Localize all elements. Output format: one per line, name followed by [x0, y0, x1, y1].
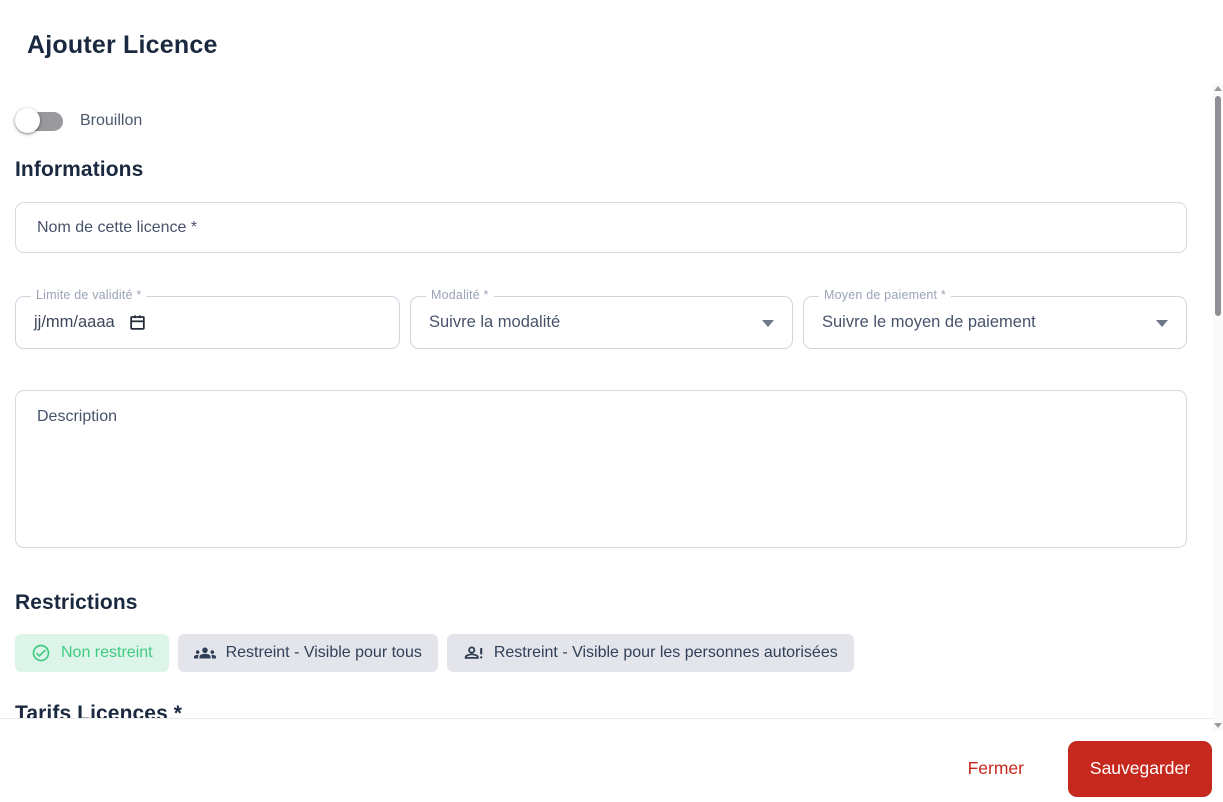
- payment-value: Suivre le moyen de paiement: [822, 313, 1036, 331]
- draft-toggle[interactable]: [15, 108, 65, 134]
- restriction-chips: Non restreint Restreint - Visible pour t…: [15, 634, 854, 672]
- toggle-knob-icon: [15, 108, 40, 133]
- description-placeholder: Description: [37, 408, 118, 425]
- modality-select[interactable]: Modalité * Suivre la modalité: [410, 288, 793, 349]
- modality-label: Modalité *: [426, 288, 494, 302]
- chip-label: Restreint - Visible pour les personnes a…: [493, 644, 838, 661]
- validity-date-placeholder: jj/mm/aaaa: [34, 313, 115, 331]
- calendar-icon[interactable]: [128, 313, 147, 332]
- scrollbar-thumb[interactable]: [1215, 96, 1221, 316]
- informations-heading: Informations: [15, 158, 144, 181]
- dialog-content: Ajouter Licence Brouillon Informations N…: [0, 0, 1223, 718]
- scrollbar[interactable]: [1213, 83, 1223, 731]
- chip-non-restreint[interactable]: Non restreint: [15, 634, 169, 672]
- chevron-down-icon: [762, 319, 774, 327]
- validity-date-field[interactable]: Limite de validité * jj/mm/aaaa: [15, 288, 400, 349]
- save-button[interactable]: Sauvegarder: [1068, 740, 1212, 797]
- tarifs-heading: Tarifs Licences *: [15, 702, 183, 718]
- add-licence-dialog: Ajouter Licence Brouillon Informations N…: [0, 0, 1223, 802]
- draft-toggle-label: Brouillon: [80, 112, 143, 129]
- payment-label: Moyen de paiement *: [819, 288, 951, 302]
- scrollbar-up-arrow-icon[interactable]: [1214, 86, 1222, 91]
- validity-date-label: Limite de validité *: [31, 288, 147, 302]
- licence-name-placeholder: Nom de cette licence *: [37, 218, 198, 236]
- payment-select[interactable]: Moyen de paiement * Suivre le moyen de p…: [803, 288, 1187, 349]
- chip-restreint-visible-tous[interactable]: Restreint - Visible pour tous: [177, 634, 438, 672]
- chip-restreint-personnes-autorisees[interactable]: Restreint - Visible pour les personnes a…: [446, 634, 854, 672]
- dialog-footer: Fermer Sauvegarder: [0, 718, 1223, 802]
- close-button[interactable]: Fermer: [958, 750, 1034, 787]
- chip-label: Non restreint: [61, 644, 153, 661]
- chip-label: Restreint - Visible pour tous: [225, 644, 422, 661]
- description-textarea[interactable]: Description: [15, 390, 1187, 548]
- dialog-title: Ajouter Licence: [27, 31, 218, 59]
- draft-toggle-row: Brouillon: [15, 108, 142, 134]
- person-alert-icon: [463, 643, 484, 664]
- modality-value: Suivre la modalité: [429, 313, 561, 331]
- restrictions-heading: Restrictions: [15, 591, 138, 614]
- check-circle-icon: [31, 643, 51, 663]
- scrollbar-down-arrow-icon[interactable]: [1214, 723, 1222, 728]
- groups-icon: [193, 642, 216, 664]
- licence-name-input[interactable]: Nom de cette licence *: [15, 202, 1187, 253]
- chevron-down-icon: [1156, 319, 1168, 327]
